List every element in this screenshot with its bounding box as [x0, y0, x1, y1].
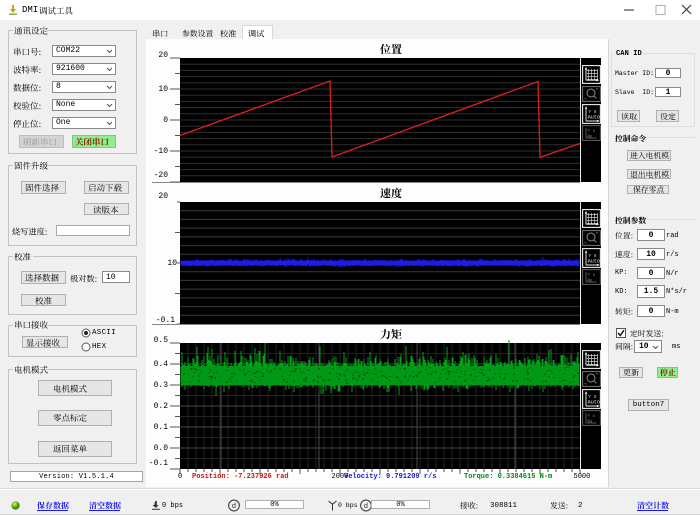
svg-text:Y x: Y x: [587, 415, 595, 419]
svg-text:Re: Re: [587, 420, 593, 424]
svg-text:d: d: [232, 503, 237, 511]
svg-text:d: d: [363, 503, 368, 511]
svg-text:Auto: Auto: [587, 399, 599, 405]
